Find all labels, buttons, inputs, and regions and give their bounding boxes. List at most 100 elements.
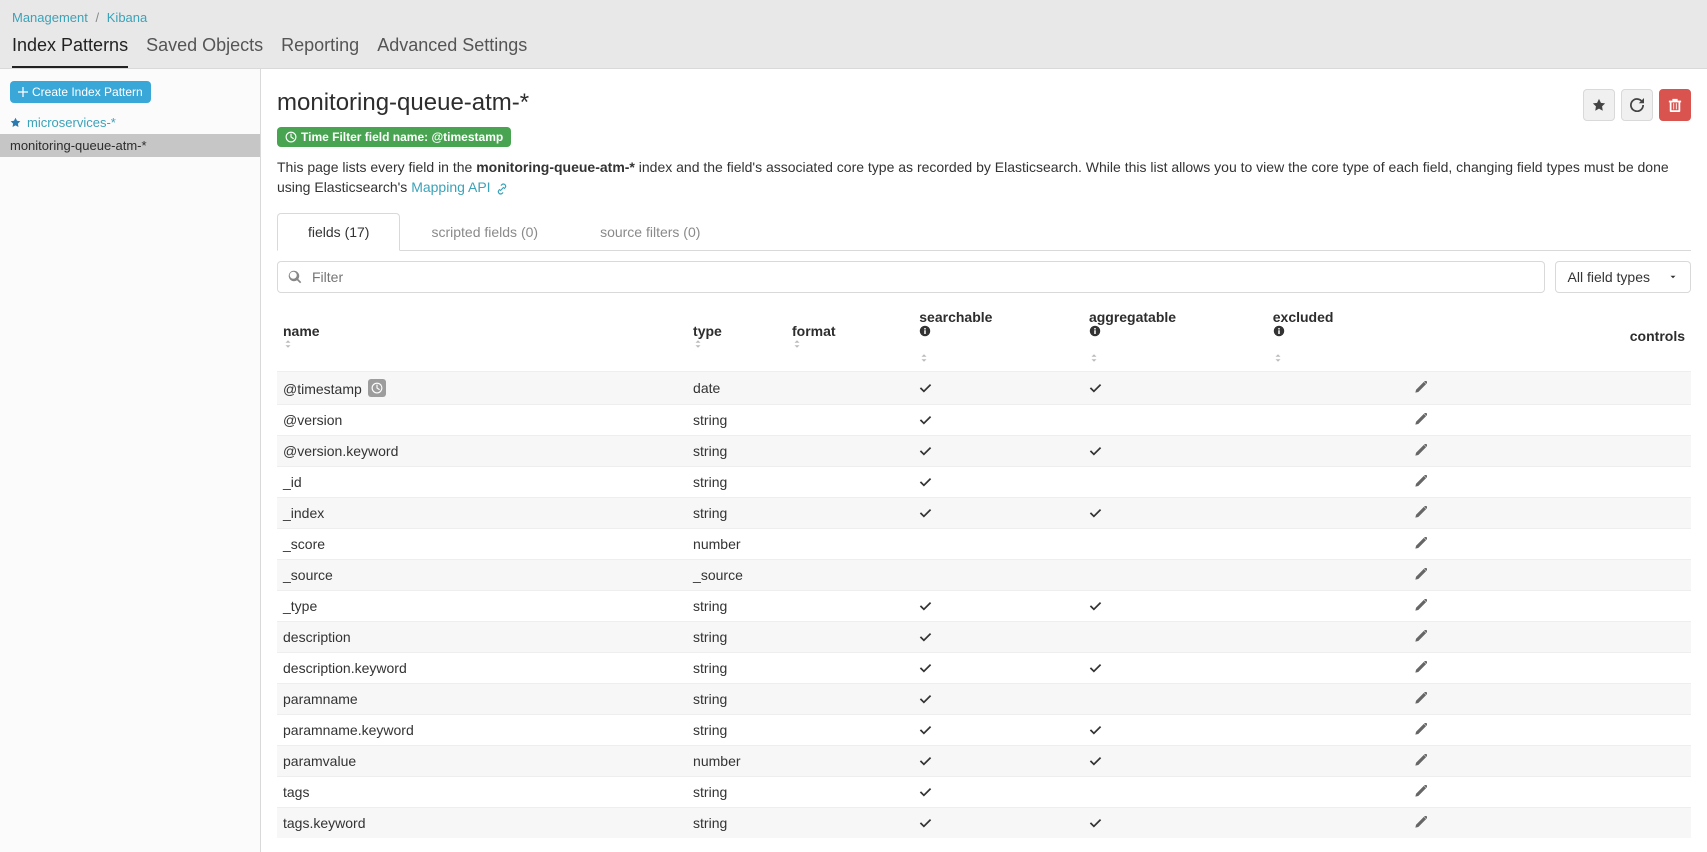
cell-type: string <box>687 683 786 714</box>
cell-excluded <box>1267 621 1408 652</box>
cell-controls <box>1408 590 1691 621</box>
edit-field-button[interactable] <box>1414 754 1685 767</box>
cell-format <box>786 714 913 745</box>
edit-field-button[interactable] <box>1414 537 1685 550</box>
edit-field-button[interactable] <box>1414 723 1685 736</box>
create-index-pattern-button[interactable]: Create Index Pattern <box>10 81 151 103</box>
page-description: This page lists every field in the monit… <box>277 157 1691 198</box>
cell-controls <box>1408 371 1691 404</box>
edit-field-button[interactable] <box>1414 785 1685 798</box>
cell-aggregatable <box>1083 621 1267 652</box>
top-tab[interactable]: Advanced Settings <box>377 31 527 68</box>
col-excluded[interactable]: excluded <box>1267 301 1408 372</box>
col-name[interactable]: name <box>277 301 687 372</box>
cell-format <box>786 497 913 528</box>
subtab[interactable]: fields (17) <box>277 213 400 251</box>
cell-name: @timestamp <box>277 371 687 404</box>
cell-type: date <box>687 371 786 404</box>
subtab[interactable]: scripted fields (0) <box>400 213 569 251</box>
main-content: monitoring-queue-atm-* Time Filter field… <box>261 69 1707 852</box>
cell-aggregatable <box>1083 466 1267 497</box>
edit-field-button[interactable] <box>1414 381 1685 394</box>
cell-searchable <box>913 714 1083 745</box>
sort-icon <box>693 339 780 349</box>
breadcrumb-management[interactable]: Management <box>12 10 88 25</box>
cell-type: string <box>687 621 786 652</box>
cell-controls <box>1408 497 1691 528</box>
check-icon <box>1089 444 1102 457</box>
delete-pattern-button[interactable] <box>1659 89 1691 121</box>
cell-excluded <box>1267 776 1408 807</box>
set-default-button[interactable] <box>1583 89 1615 121</box>
col-searchable[interactable]: searchable <box>913 301 1083 372</box>
info-icon <box>1273 325 1402 337</box>
sort-icon <box>919 353 1077 363</box>
pencil-icon <box>1414 723 1427 736</box>
table-row: _scorenumber <box>277 528 1691 559</box>
cell-aggregatable <box>1083 435 1267 466</box>
edit-field-button[interactable] <box>1414 816 1685 829</box>
cell-controls <box>1408 404 1691 435</box>
edit-field-button[interactable] <box>1414 599 1685 612</box>
filter-input[interactable] <box>310 268 1534 286</box>
cell-excluded <box>1267 652 1408 683</box>
cell-searchable <box>913 371 1083 404</box>
check-icon <box>919 723 932 736</box>
col-type[interactable]: type <box>687 301 786 372</box>
sidebar-index-pattern-item[interactable]: microservices-* <box>0 111 260 134</box>
cell-searchable <box>913 404 1083 435</box>
top-tab[interactable]: Index Patterns <box>12 31 128 68</box>
col-aggregatable[interactable]: aggregatable <box>1083 301 1267 372</box>
table-row: paramvaluenumber <box>277 745 1691 776</box>
mapping-api-link[interactable]: Mapping API <box>411 179 490 195</box>
edit-field-button[interactable] <box>1414 630 1685 643</box>
table-row: descriptionstring <box>277 621 1691 652</box>
check-icon <box>919 816 932 829</box>
cell-excluded <box>1267 371 1408 404</box>
edit-field-button[interactable] <box>1414 413 1685 426</box>
edit-field-button[interactable] <box>1414 568 1685 581</box>
edit-field-button[interactable] <box>1414 692 1685 705</box>
cell-aggregatable <box>1083 590 1267 621</box>
check-icon <box>1089 599 1102 612</box>
cell-type: string <box>687 497 786 528</box>
cell-name: _index <box>277 497 687 528</box>
refresh-fields-button[interactable] <box>1621 89 1653 121</box>
pencil-icon <box>1414 785 1427 798</box>
cell-searchable <box>913 621 1083 652</box>
check-icon <box>1089 723 1102 736</box>
field-type-dropdown[interactable]: All field types <box>1555 261 1691 293</box>
cell-searchable <box>913 559 1083 590</box>
cell-name: description.keyword <box>277 652 687 683</box>
breadcrumb-kibana[interactable]: Kibana <box>107 10 147 25</box>
filter-input-wrapper[interactable] <box>277 261 1545 293</box>
edit-field-button[interactable] <box>1414 475 1685 488</box>
subtab[interactable]: source filters (0) <box>569 213 731 251</box>
cell-searchable <box>913 435 1083 466</box>
cell-format <box>786 807 913 838</box>
cell-searchable <box>913 745 1083 776</box>
cell-excluded <box>1267 404 1408 435</box>
cell-format <box>786 776 913 807</box>
pencil-icon <box>1414 444 1427 457</box>
sidebar-index-pattern-item[interactable]: monitoring-queue-atm-* <box>0 134 260 157</box>
breadcrumb: Management / Kibana <box>12 10 1695 25</box>
cell-format <box>786 466 913 497</box>
create-button-label: Create Index Pattern <box>32 85 143 99</box>
pencil-icon <box>1414 413 1427 426</box>
time-field-icon <box>368 379 386 397</box>
top-tab[interactable]: Reporting <box>281 31 359 68</box>
edit-field-button[interactable] <box>1414 444 1685 457</box>
edit-field-button[interactable] <box>1414 506 1685 519</box>
pencil-icon <box>1414 630 1427 643</box>
edit-field-button[interactable] <box>1414 661 1685 674</box>
sort-icon <box>1273 353 1402 363</box>
info-icon <box>1089 325 1261 337</box>
col-format[interactable]: format <box>786 301 913 372</box>
cell-type: string <box>687 435 786 466</box>
cell-format <box>786 621 913 652</box>
top-tab[interactable]: Saved Objects <box>146 31 263 68</box>
field-type-dropdown-label: All field types <box>1568 269 1650 285</box>
sidebar-item-label: microservices-* <box>27 115 116 130</box>
cell-aggregatable <box>1083 745 1267 776</box>
